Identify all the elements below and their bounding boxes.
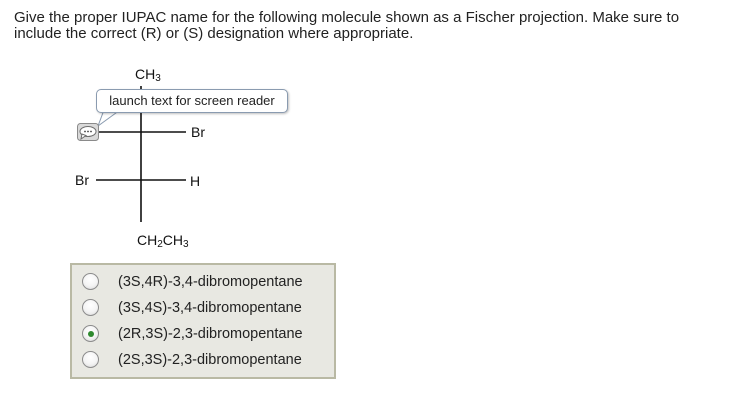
option-4[interactable]: (2S,3S)-2,3-dibromopentane [72, 347, 334, 373]
option-3-label: (2R,3S)-2,3-dibromopentane [118, 326, 303, 342]
screen-reader-button[interactable] [77, 123, 99, 141]
option-3[interactable]: (2R,3S)-2,3-dibromopentane [72, 321, 334, 347]
radio-option-4[interactable] [82, 351, 99, 368]
radio-selected-dot [87, 330, 94, 337]
option-1[interactable]: (3S,4R)-3,4-dibromopentane [72, 269, 334, 295]
option-2-label: (3S,4S)-3,4-dibromopentane [118, 300, 302, 316]
option-2[interactable]: (3S,4S)-3,4-dibromopentane [72, 295, 334, 321]
tooltip-pointer-cover [105, 109, 119, 112]
option-1-label: (3S,4R)-3,4-dibromopentane [118, 274, 303, 290]
radio-option-2[interactable] [82, 299, 99, 316]
radio-option-1[interactable] [82, 273, 99, 290]
answer-options: (3S,4R)-3,4-dibromopentane (3S,4S)-3,4-d… [70, 263, 336, 379]
speech-bubble-icon [77, 123, 99, 141]
option-4-label: (2S,3S)-2,3-dibromopentane [118, 352, 302, 368]
radio-option-3[interactable] [82, 325, 99, 342]
